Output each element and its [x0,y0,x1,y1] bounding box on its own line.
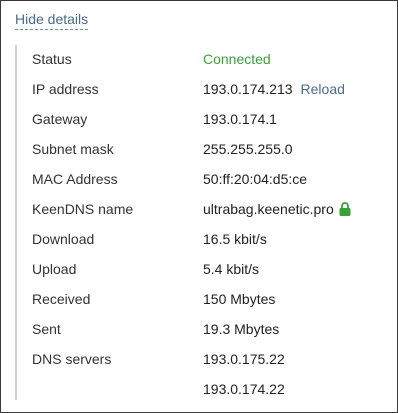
hide-details-link[interactable]: Hide details [15,10,89,30]
sent-value: 19.3 Mbytes [203,321,280,337]
dns-server-secondary: 193.0.174.22 [203,381,285,397]
subnet-mask-row: Subnet mask 255.255.255.0 [17,139,385,159]
gateway-row: Gateway 193.0.174.1 [17,109,385,129]
keendns-row: KeenDNS name ultrabag.keenetic.pro [17,199,385,219]
dns-servers-label: DNS servers [32,351,112,367]
mac-address-label: MAC Address [32,171,118,187]
keendns-label: KeenDNS name [32,201,134,217]
upload-value: 5.4 kbit/s [203,261,260,277]
received-row: Received 150 Mbytes [17,289,385,309]
download-row: Download 16.5 kbit/s [17,229,385,249]
status-value: Connected [203,51,271,67]
received-value: 150 Mbytes [203,291,276,307]
ip-address-row: IP address 193.0.174.213 Reload [17,79,385,99]
sent-label: Sent [32,321,61,337]
connection-details-panel: Hide details Status Connected IP address… [0,0,398,413]
status-row: Status Connected [17,49,385,69]
download-label: Download [32,231,95,247]
ip-address-value: 193.0.174.213 [203,81,293,97]
dns-servers-row-secondary: 193.0.174.22 [17,379,385,399]
dns-servers-row: DNS servers 193.0.175.22 [17,349,385,369]
upload-label: Upload [32,261,77,277]
lock-icon [339,202,351,216]
gateway-value: 193.0.174.1 [203,111,277,127]
ip-address-label: IP address [32,81,99,97]
gateway-label: Gateway [32,111,88,127]
received-label: Received [32,291,91,307]
keendns-value-group: ultrabag.keenetic.pro [203,199,351,219]
status-label: Status [32,51,72,67]
upload-row: Upload 5.4 kbit/s [17,259,385,279]
dns-server-primary: 193.0.175.22 [203,351,285,367]
mac-address-value: 50:ff:20:04:d5:ce [203,171,308,187]
sent-row: Sent 19.3 Mbytes [17,319,385,339]
mac-address-row: MAC Address 50:ff:20:04:d5:ce [17,169,385,189]
reload-link[interactable]: Reload [301,81,345,97]
ip-address-value-group: 193.0.174.213 Reload [203,79,345,99]
details-list: Status Connected IP address 193.0.174.21… [15,45,387,400]
subnet-mask-value: 255.255.255.0 [203,141,293,157]
download-value: 16.5 kbit/s [203,231,267,247]
keendns-value: ultrabag.keenetic.pro [203,201,334,217]
subnet-mask-label: Subnet mask [32,141,114,157]
